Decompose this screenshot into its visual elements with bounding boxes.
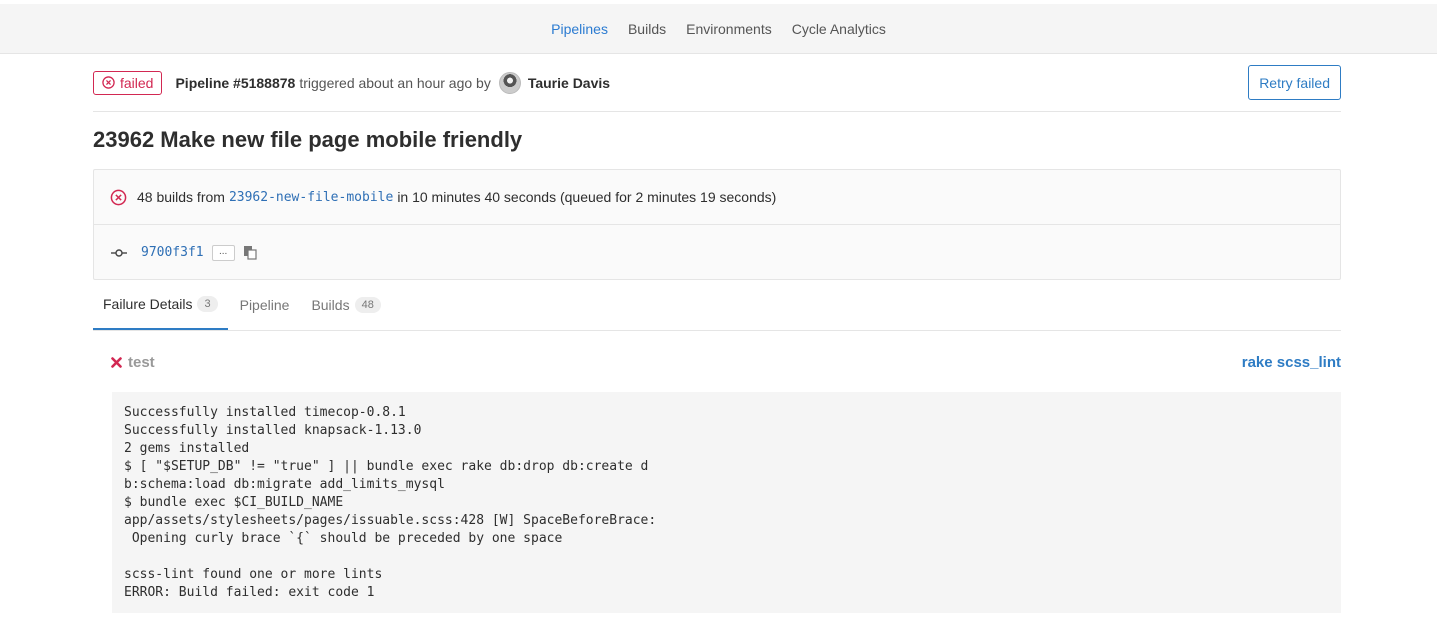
- pipeline-info: Pipeline #5188878 triggered about an hou…: [175, 71, 610, 94]
- builds-suffix: in 10 minutes 40 seconds (queued for 2 m…: [397, 189, 777, 205]
- pipeline-tabs: Failure Details 3 Pipeline Builds 48: [93, 280, 1341, 331]
- failed-status-icon: [110, 189, 127, 205]
- commit-icon: [111, 248, 127, 257]
- pipeline-label[interactable]: Pipeline #5188878: [175, 75, 295, 91]
- job-link[interactable]: rake scss_lint: [1242, 354, 1341, 371]
- status-badge[interactable]: failed: [93, 70, 163, 95]
- tab-label: Pipeline: [239, 297, 290, 313]
- tab-count-badge: 48: [354, 297, 381, 313]
- commit-sha-link[interactable]: 9700f3f1: [141, 245, 204, 260]
- status-label: failed: [120, 74, 154, 91]
- avatar[interactable]: [498, 71, 521, 94]
- tab-builds[interactable]: Builds 48: [301, 280, 390, 330]
- builds-prefix: 48 builds from: [137, 189, 225, 205]
- tab-pipeline[interactable]: Pipeline: [230, 280, 300, 330]
- pipeline-info-panel: 48 builds from 23962-new-file-mobile in …: [93, 169, 1341, 280]
- nav-environments[interactable]: Environments: [686, 21, 772, 37]
- failed-job-header: test rake scss_lint: [111, 352, 1341, 372]
- tab-count-badge: 3: [197, 296, 218, 312]
- clipboard-icon[interactable]: [243, 245, 257, 260]
- nav-builds[interactable]: Builds: [628, 21, 666, 37]
- user-name[interactable]: Taurie Davis: [528, 75, 610, 91]
- build-log: Successfully installed timecop-0.8.1 Suc…: [112, 392, 1341, 613]
- commit-row: 9700f3f1 ...: [94, 225, 1340, 280]
- tab-label: Failure Details: [103, 296, 193, 312]
- retry-failed-button[interactable]: Retry failed: [1248, 65, 1341, 100]
- page-title: 23962 Make new file page mobile friendly: [93, 127, 523, 152]
- tab-label: Builds: [311, 297, 350, 313]
- nav-cycle-analytics[interactable]: Cycle Analytics: [792, 21, 886, 37]
- triggered-text: triggered about an hour ago by: [299, 74, 491, 91]
- tab-failure-details[interactable]: Failure Details 3: [93, 280, 228, 330]
- builds-summary: 48 builds from 23962-new-file-mobile in …: [94, 170, 1340, 225]
- nav-pipelines[interactable]: Pipelines: [551, 21, 608, 37]
- top-nav: Pipelines Builds Environments Cycle Anal…: [0, 4, 1437, 54]
- pipeline-header: failed Pipeline #5188878 triggered about…: [93, 54, 1341, 112]
- expand-message-button[interactable]: ...: [211, 244, 235, 261]
- failed-status-icon: [102, 76, 115, 89]
- stage-name: test: [128, 353, 155, 371]
- close-icon: [111, 356, 122, 368]
- branch-link[interactable]: 23962-new-file-mobile: [229, 190, 393, 205]
